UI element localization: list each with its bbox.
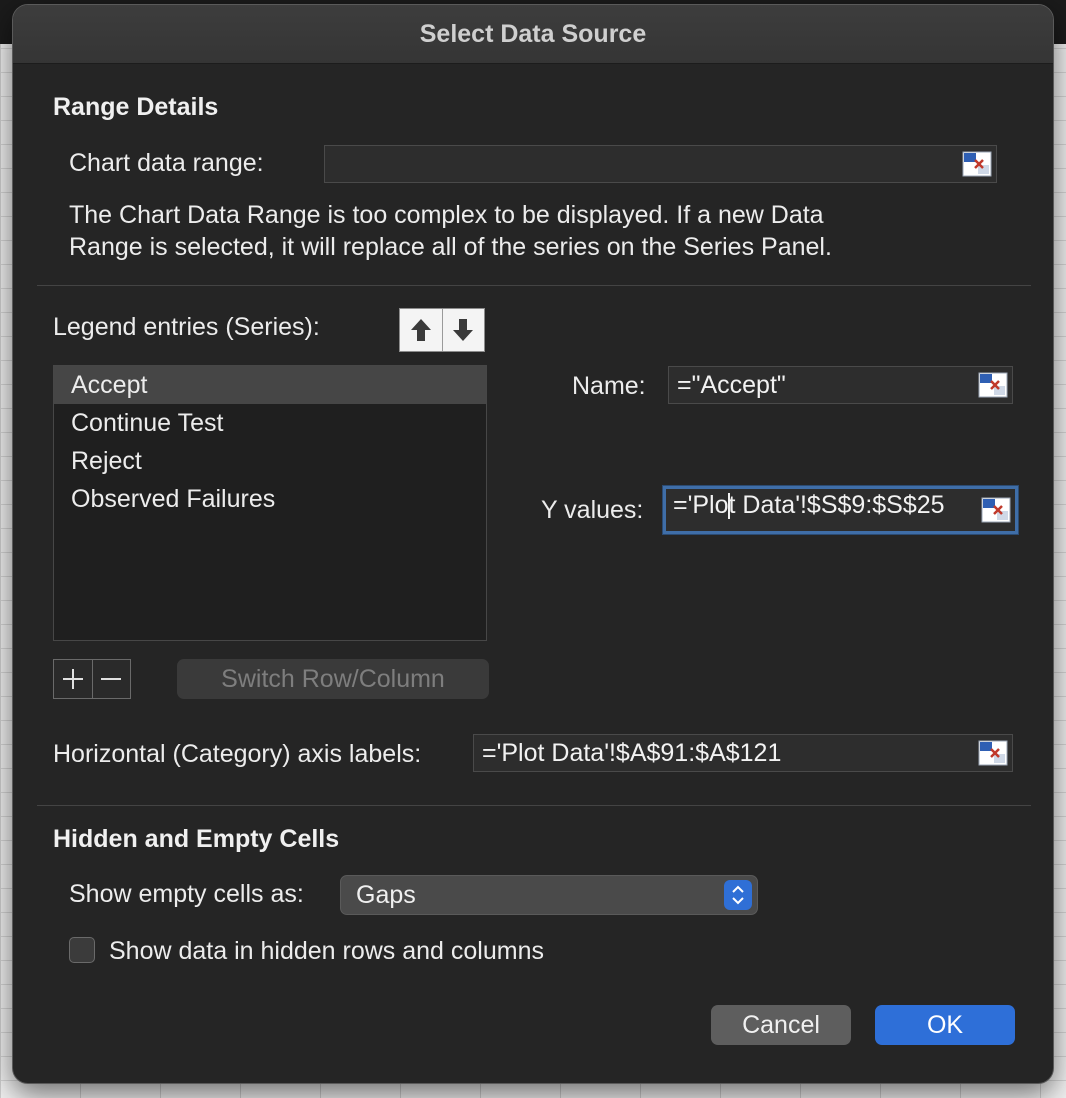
y-values-field[interactable]: ='Plot Data'!$S$9:$S$25 [663, 486, 1018, 534]
move-up-button[interactable] [400, 309, 442, 351]
series-item-observed-failures[interactable]: Observed Failures [54, 480, 486, 518]
range-selector-icon[interactable] [978, 740, 1008, 766]
add-series-button[interactable] [54, 660, 92, 698]
show-hidden-label: Show data in hidden rows and columns [109, 937, 544, 965]
ok-button[interactable]: OK [875, 1005, 1015, 1045]
dialog-titlebar: Select Data Source [13, 5, 1053, 64]
series-name-value: ="Accept" [677, 371, 786, 399]
add-remove-buttons [53, 659, 131, 699]
divider-top [37, 285, 1031, 286]
chart-data-range-field[interactable] [324, 145, 997, 183]
series-name-label: Name: [572, 372, 646, 400]
dialog-title: Select Data Source [419, 19, 647, 48]
series-item-accept[interactable]: Accept [54, 366, 486, 404]
range-details-heading: Range Details [53, 93, 219, 121]
minus-icon [101, 678, 122, 680]
series-list[interactable]: Accept Continue Test Reject Observed Fai… [53, 365, 487, 641]
series-name-field[interactable]: ="Accept" [668, 366, 1013, 404]
axis-labels-label: Horizontal (Category) axis labels: [53, 740, 422, 768]
range-message-line1: The Chart Data Range is too complex to b… [69, 201, 824, 229]
range-selector-icon[interactable] [962, 151, 992, 177]
range-message-line2: Range is selected, it will replace all o… [69, 233, 832, 261]
plus-icon [62, 669, 83, 689]
show-empty-value: Gaps [356, 881, 416, 909]
y-values-text-after-caret: t Data'!$S$9:$S$25 [728, 491, 945, 519]
y-values-label: Y values: [541, 496, 644, 524]
chevron-up-down-icon [724, 880, 752, 910]
hidden-empty-heading: Hidden and Empty Cells [53, 825, 340, 853]
series-item-reject[interactable]: Reject [54, 442, 486, 480]
move-down-button[interactable] [441, 309, 485, 351]
switch-row-column-button[interactable]: Switch Row/Column [177, 659, 489, 699]
y-values-text-before-caret: ='Plo [673, 491, 729, 519]
axis-labels-value: ='Plot Data'!$A$91:$A$121 [482, 739, 782, 767]
cancel-button[interactable]: Cancel [711, 1005, 851, 1045]
divider-bottom [37, 805, 1031, 806]
axis-labels-field[interactable]: ='Plot Data'!$A$91:$A$121 [473, 734, 1013, 772]
legend-entries-label: Legend entries (Series): [53, 313, 320, 341]
select-data-source-dialog: Select Data Source Range Details Chart d… [12, 4, 1054, 1084]
show-hidden-checkbox[interactable] [69, 937, 95, 963]
arrow-up-icon [410, 319, 431, 341]
show-empty-select[interactable]: Gaps [340, 875, 758, 915]
range-selector-icon[interactable] [978, 372, 1008, 398]
arrow-down-icon [453, 319, 474, 341]
chart-data-range-label: Chart data range: [69, 149, 264, 177]
series-item-continue-test[interactable]: Continue Test [54, 404, 486, 442]
range-selector-icon[interactable] [981, 497, 1011, 523]
remove-series-button[interactable] [91, 660, 131, 698]
show-empty-label: Show empty cells as: [69, 880, 304, 908]
series-order-buttons [399, 308, 485, 352]
